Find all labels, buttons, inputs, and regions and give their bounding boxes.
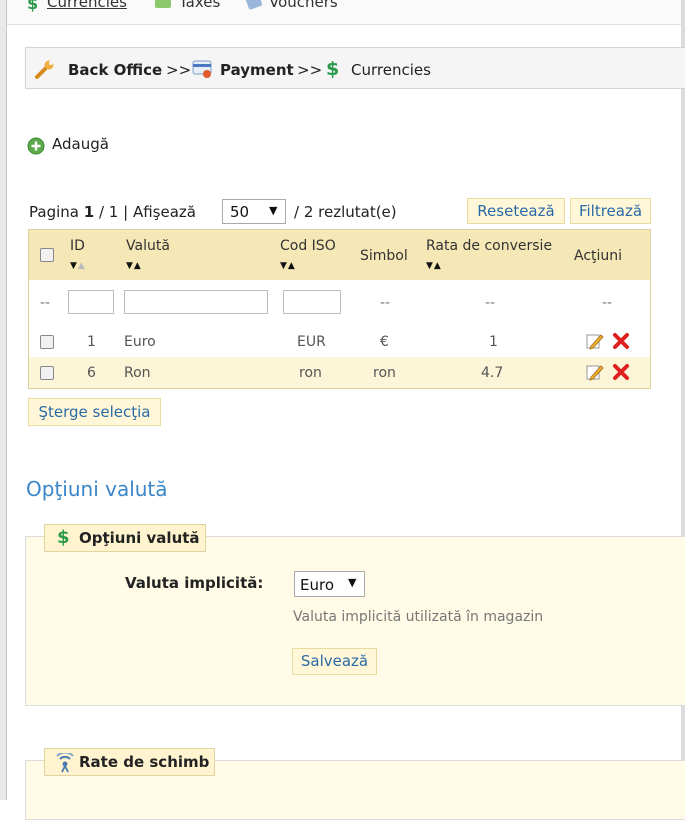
breadcrumb-currencies: Currencies <box>351 61 431 79</box>
chevron-down-icon: ▼ <box>348 576 357 589</box>
pagination: Pagina 1 / 1 | Afişează <box>29 203 196 221</box>
select-all-checkbox[interactable] <box>40 248 54 262</box>
pipe-separator: | <box>123 203 129 221</box>
filter-dash: -- <box>602 295 613 311</box>
filter-currency-input[interactable] <box>124 290 268 314</box>
save-button[interactable]: Salvează <box>292 648 377 675</box>
filter-dash: -- <box>40 295 51 311</box>
per-page-select[interactable]: 50 ▼ <box>222 199 286 224</box>
cell-rate: 4.7 <box>481 365 504 381</box>
cell-symbol: € <box>380 334 389 350</box>
cell-id: 6 <box>87 365 96 381</box>
cell-rate: 1 <box>489 334 498 350</box>
section-title: Opţiuni valută <box>26 477 168 501</box>
submenu-taxes[interactable]: Taxes <box>179 0 220 11</box>
cell-symbol: ron <box>373 365 396 381</box>
breadcrumb-separator: >> <box>166 61 192 79</box>
sort-icon[interactable]: ▼▲ <box>280 261 296 271</box>
filter-dash: -- <box>380 295 391 311</box>
submenu-currencies[interactable]: Currencies <box>47 0 127 11</box>
filter-row: -- -- -- -- <box>29 280 650 327</box>
default-currency-label: Valuta implicită: <box>125 574 264 592</box>
add-icon[interactable] <box>27 137 45 155</box>
reset-button[interactable]: Resetează <box>467 198 565 224</box>
default-currency-select[interactable]: Euro ▼ <box>294 571 365 597</box>
tax-icon <box>155 0 171 8</box>
fieldset-legend: $ Opţiuni valută <box>44 524 206 552</box>
breadcrumb-back-office[interactable]: Back Office <box>68 61 162 79</box>
sort-icon[interactable]: ▼▲ <box>426 261 442 271</box>
cell-id: 1 <box>87 334 96 350</box>
show-label: Afişează <box>132 203 196 221</box>
sort-icon[interactable]: ▼▲ <box>126 261 142 271</box>
current-page: 1 <box>83 203 95 221</box>
dollar-icon: $ <box>27 0 39 13</box>
legend-label: Rate de schimb <box>79 753 210 771</box>
filter-button[interactable]: Filtrează <box>570 198 651 224</box>
cell-currency: Euro <box>124 334 156 350</box>
top-submenu: $ Currencies Taxes Vouchers <box>7 0 681 25</box>
voucher-icon <box>245 0 263 11</box>
add-new-link[interactable]: Adaugă <box>52 135 109 153</box>
table-row[interactable]: 6 Ron ron ron 4.7 <box>29 357 650 388</box>
cell-iso: EUR <box>297 334 326 350</box>
header-iso-code: Cod ISO <box>280 238 336 254</box>
currencies-table: ID ▼▲ Valută ▼▲ Cod ISO ▼▲ Simbol Rata d… <box>28 229 651 389</box>
page-separator: / <box>98 203 105 221</box>
default-currency-hint: Valuta implicită utilizată în magazin <box>293 609 544 625</box>
sort-icon[interactable]: ▼▲ <box>70 261 86 271</box>
header-actions: Acţiuni <box>574 248 623 264</box>
dollar-icon: $ <box>57 527 70 548</box>
table-row[interactable]: 1 Euro EUR € 1 <box>29 326 650 358</box>
results-count: / 2 rezlutat(e) <box>294 203 397 221</box>
breadcrumb-payment[interactable]: Payment <box>220 61 294 79</box>
page-label: Pagina <box>29 203 79 221</box>
filter-dash: -- <box>485 295 496 311</box>
filter-iso-input[interactable] <box>283 290 341 314</box>
edit-icon[interactable] <box>586 332 604 350</box>
header-conversion-rate: Rata de conversie <box>426 238 553 254</box>
header-currency: Valută <box>126 238 170 254</box>
edit-icon[interactable] <box>586 363 604 381</box>
delete-icon[interactable] <box>612 363 630 381</box>
cell-currency: Ron <box>124 365 151 381</box>
cell-iso: ron <box>299 365 322 381</box>
payment-card-icon <box>192 60 212 78</box>
row-checkbox[interactable] <box>40 366 54 380</box>
breadcrumb: Back Office >> Payment >> $ Currencies <box>25 47 685 89</box>
delete-selection-button[interactable]: Şterge selecţia <box>28 398 161 426</box>
wrench-icon <box>35 60 54 79</box>
total-pages: 1 <box>108 203 119 221</box>
table-header: ID ▼▲ Valută ▼▲ Cod ISO ▼▲ Simbol Rata d… <box>29 230 650 280</box>
currency-options-fieldset: $ Opţiuni valută Valuta implicită: Euro … <box>25 524 685 706</box>
row-checkbox[interactable] <box>40 335 54 349</box>
exchange-rates-fieldset: Rate de schimb <box>25 748 685 820</box>
dollar-icon: $ <box>326 58 340 80</box>
broadcast-icon <box>56 753 74 773</box>
header-symbol: Simbol <box>360 248 408 264</box>
fieldset-legend: Rate de schimb <box>44 748 215 776</box>
default-currency-value: Euro <box>300 576 334 594</box>
delete-icon[interactable] <box>612 332 630 350</box>
breadcrumb-separator: >> <box>297 61 323 79</box>
window-left-frame <box>0 0 7 800</box>
header-id: ID <box>70 238 85 254</box>
filter-id-input[interactable] <box>68 290 114 314</box>
legend-label: Opţiuni valută <box>79 529 200 547</box>
chevron-down-icon: ▼ <box>269 204 278 217</box>
submenu-vouchers[interactable]: Vouchers <box>269 0 338 11</box>
per-page-value: 50 <box>230 203 250 221</box>
